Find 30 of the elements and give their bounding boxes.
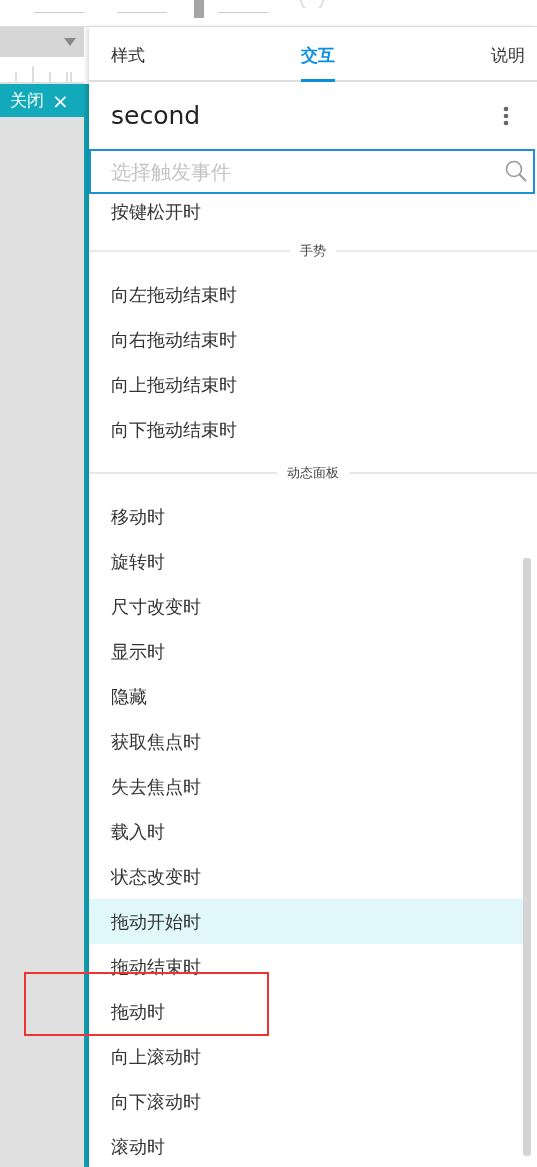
search-field[interactable]: 选择触发事件 — [89, 149, 535, 194]
caret-icon — [64, 38, 76, 46]
event-item[interactable]: 向左拖动结束时 — [89, 272, 523, 317]
event-item[interactable]: 旋转时 — [89, 539, 523, 584]
event-item[interactable]: 按键松开时 — [89, 194, 523, 230]
event-item[interactable]: 拖动开始时 — [89, 899, 523, 944]
event-item[interactable]: 向上拖动结束时 — [89, 362, 523, 407]
event-item[interactable]: 载入时 — [89, 809, 523, 854]
event-item[interactable]: 向右拖动结束时 — [89, 317, 523, 362]
event-item[interactable]: 向上滚动时 — [89, 1034, 523, 1079]
dropdown[interactable] — [0, 27, 84, 57]
event-item[interactable]: 滚动时 — [89, 1124, 523, 1167]
group-header: 动态面板 — [287, 464, 339, 482]
scrollbar[interactable] — [523, 558, 531, 1156]
tab[interactable]: 说明 — [491, 27, 525, 82]
event-item[interactable]: 获取焦点时 — [89, 719, 523, 764]
event-item[interactable]: 移动时 — [89, 494, 523, 539]
group-header: 手势 — [300, 242, 326, 260]
tab[interactable]: 样式 — [111, 27, 145, 82]
event-item[interactable]: 拖动时 — [89, 989, 523, 1034]
event-item[interactable]: 向下滚动时 — [89, 1079, 523, 1124]
event-item[interactable]: 显示时 — [89, 629, 523, 674]
event-item[interactable]: 向下拖动结束时 — [89, 407, 523, 452]
event-item[interactable]: 状态改变时 — [89, 854, 523, 899]
event-item[interactable]: 隐藏 — [89, 674, 523, 719]
search-icon[interactable] — [505, 160, 527, 182]
event-item[interactable]: 失去焦点时 — [89, 764, 523, 809]
more-icon[interactable] — [503, 105, 509, 126]
event-item[interactable]: 尺寸改变时 — [89, 584, 523, 629]
widget-name: second — [111, 101, 201, 130]
